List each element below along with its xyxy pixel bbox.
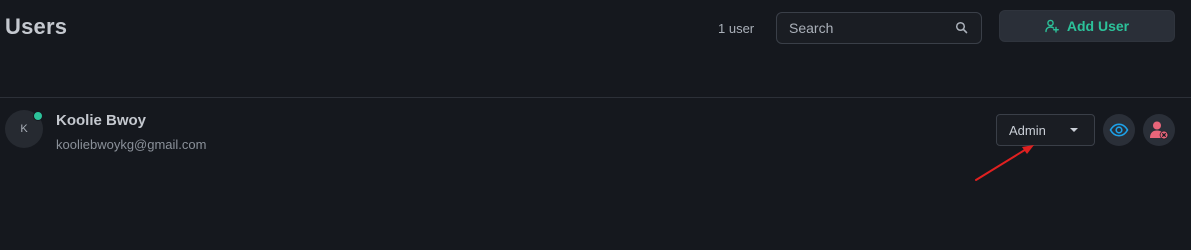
user-email: kooliebwoykg@gmail.com: [56, 137, 207, 152]
search-icon[interactable]: [955, 21, 969, 35]
user-count: 1 user: [718, 21, 755, 36]
user-plus-icon: [1045, 19, 1059, 33]
user-name: Koolie Bwoy: [56, 112, 147, 129]
add-user-button[interactable]: Add User: [999, 10, 1175, 42]
online-status-dot: [33, 111, 43, 121]
eye-icon: [1109, 123, 1129, 137]
role-selected-value: Admin: [1009, 123, 1046, 138]
page-title: Users: [5, 14, 68, 39]
remove-user-button[interactable]: [1143, 114, 1175, 146]
users-page: Users 1 user Add User K Koolie Bwoy kool…: [0, 0, 1191, 250]
table-row: K Koolie Bwoy kooliebwoykg@gmail.com Adm…: [0, 98, 1191, 168]
view-user-button[interactable]: [1103, 114, 1135, 146]
add-user-label: Add User: [1066, 18, 1130, 34]
caret-down-icon: [1070, 128, 1078, 132]
role-dropdown[interactable]: Admin: [996, 114, 1095, 146]
search-input[interactable]: [789, 13, 949, 43]
user-remove-icon: [1150, 121, 1169, 140]
search-box[interactable]: [776, 12, 982, 44]
